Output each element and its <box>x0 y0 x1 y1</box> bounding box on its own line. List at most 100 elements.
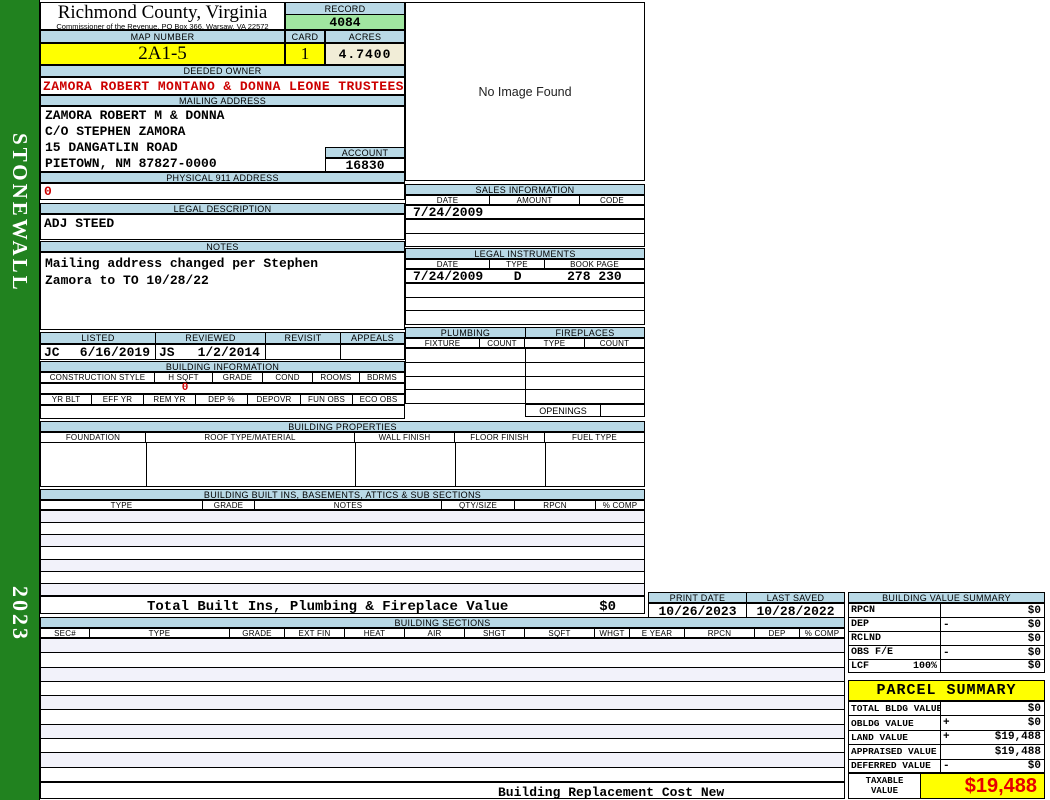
built-ins-total-row: Total Built Ins, Plumbing & Fireplace Va… <box>40 596 645 615</box>
bvs-row: RCLND $0 <box>848 631 1045 645</box>
building-value-summary-table: RPCN $0 DEP - $0 RCLND $0 OBS F/E - $0 L… <box>848 603 1045 673</box>
reviewed-value: JS 1/2/2014 <box>155 344 265 360</box>
fireplaces-empty-rows <box>525 348 645 404</box>
bs-shgt-header: SHGT <box>465 628 525 638</box>
empty-row <box>41 535 644 548</box>
deeded-owner-header: DEEDED OWNER <box>40 65 405 77</box>
empty-row <box>406 349 525 363</box>
bs-type-header: TYPE <box>90 628 230 638</box>
taxable-amount-text: $19,488 <box>964 774 1037 797</box>
sales-information-header: SALES INFORMATION <box>405 184 645 195</box>
bvs-value: $0 <box>940 631 1045 645</box>
building-properties-header-row: FOUNDATION ROOF TYPE/MATERIAL WALL FINIS… <box>40 432 645 443</box>
bs-dep-header: DEP <box>755 628 800 638</box>
bvs-row: RPCN $0 <box>848 603 1045 617</box>
parcel-value: $19,488 <box>940 744 1045 759</box>
bi-rpcn-header: RPCN <box>515 500 596 510</box>
bvs-value: $0 <box>940 659 1045 673</box>
account-header: ACCOUNT <box>325 147 405 158</box>
plumbing-fireplaces-headers: PLUMBING FIREPLACES <box>405 327 645 338</box>
parcel-op: - <box>943 759 950 772</box>
foundation-value <box>40 443 146 487</box>
notes-line: Mailing address changed per Stephen <box>45 256 319 271</box>
bs-rpcn-header: RPCN <box>685 628 755 638</box>
construction-style-header: CONSTRUCTION STYLE <box>40 372 155 383</box>
parcel-value: $0 <box>940 701 1045 716</box>
bvs-label: RPCN <box>848 603 940 617</box>
reviewed-date: 1/2/2014 <box>197 344 260 360</box>
fireplaces-header: FIREPLACES <box>525 327 645 338</box>
empty-row <box>41 724 844 740</box>
record-value: 4084 <box>285 15 405 30</box>
empty-row <box>41 572 644 584</box>
bs-heat-header: HEAT <box>345 628 405 638</box>
mailing-address-header: MAILING ADDRESS <box>40 95 405 106</box>
parcel-label: OBLDG VALUE <box>848 715 940 730</box>
empty-row <box>41 753 844 768</box>
built-ins-total-value: $0 <box>599 599 616 615</box>
bvs-label: OBS F/E <box>848 645 940 659</box>
empty-row <box>41 639 844 654</box>
bi-qty-header: QTY/SIZE <box>442 500 515 510</box>
bi-comp-header: % COMP <box>596 500 645 510</box>
parcel-summary-table: TOTAL BLDG VALUE $0 OBLDG VALUE + $0 LAN… <box>848 701 1045 773</box>
plumbing-count-header: COUNT <box>480 338 525 348</box>
bs-eyear-header: E YEAR <box>630 628 685 638</box>
building-info-header-row-1: CONSTRUCTION STYLE H SQFT GRADE COND ROO… <box>40 372 405 383</box>
wall-finish-value <box>355 443 455 487</box>
bvs-label: LCF 100% <box>848 659 940 673</box>
notes-block: Mailing address changed per Stephen Zamo… <box>40 252 405 330</box>
bvs-label-text: DEP <box>851 619 870 630</box>
empty-row <box>41 523 644 536</box>
sales-row: 7/24/2009 <box>405 205 645 220</box>
deeded-owner-value: ZAMORA ROBERT MONTANO & DONNA LEONE TRUS… <box>40 77 405 95</box>
review-value-row: JC 6/16/2019 JS 1/2/2014 <box>40 344 405 360</box>
parcel-value: + $0 <box>940 715 1045 730</box>
bs-comp-header: % COMP <box>800 628 845 638</box>
card-value: 1 <box>285 43 325 65</box>
building-info-header-row-2: YR BLT EFF YR REM YR DEP % DEPOVR FUN OB… <box>40 394 405 405</box>
parcel-op: + <box>943 717 950 730</box>
parcel-amount: $0 <box>1027 702 1041 715</box>
empty-row <box>406 390 525 403</box>
legal-instruments-header: LEGAL INSTRUMENTS <box>405 248 645 259</box>
sales-header-row: DATE AMOUNT CODE <box>405 195 645 205</box>
bi-notes-header: NOTES <box>255 500 442 510</box>
bvs-amount: $0 <box>1027 604 1041 617</box>
bs-whgt-header: WHGT <box>595 628 630 638</box>
mailing-line: C/O STEPHEN ZAMORA <box>45 124 186 139</box>
bs-sqft-header: SQFT <box>525 628 595 638</box>
notes-header: NOTES <box>40 241 405 252</box>
li-type-header: TYPE <box>490 259 545 269</box>
bvs-value: - $0 <box>940 617 1045 631</box>
bi-type-header: TYPE <box>40 500 203 510</box>
built-ins-header: BUILDING BUILT INS, BASEMENTS, ATTICS & … <box>40 489 645 500</box>
parcel-label: APPRAISED VALUE <box>848 744 940 759</box>
county-title-block: Richmond County, Virginia Commissioner o… <box>40 2 285 31</box>
bvs-row: DEP - $0 <box>848 617 1045 631</box>
bdrms-header: BDRMS <box>360 372 405 383</box>
bvs-pct: 100% <box>912 660 937 672</box>
district-label: STONEWALL <box>8 133 32 293</box>
no-image-text: No Image Found <box>478 84 572 99</box>
reviewed-header: REVIEWED <box>155 332 265 344</box>
empty-row <box>406 284 644 298</box>
bvs-amount: $0 <box>1027 660 1041 672</box>
empty-row <box>526 349 644 363</box>
empty-row <box>406 311 644 324</box>
taxable-value-row: TAXABLE VALUE $19,488 <box>848 773 1045 799</box>
acres-value: 4.7400 <box>325 43 405 65</box>
reviewed-by: JS <box>159 344 175 360</box>
bvs-label-text: OBS F/E <box>851 647 894 658</box>
empty-row <box>41 710 844 725</box>
empty-row <box>41 653 844 668</box>
parcel-label: LAND VALUE <box>848 729 940 745</box>
fixture-header: FIXTURE <box>405 338 480 348</box>
openings-label: OPENINGS <box>525 404 600 417</box>
empty-row <box>41 696 844 711</box>
dep-pct-header: DEP % <box>196 394 248 405</box>
openings-value <box>600 404 645 417</box>
fireplace-type-header: TYPE <box>525 338 585 348</box>
tax-year-label: 2023 <box>8 586 33 642</box>
building-sections-header: BUILDING SECTIONS <box>40 617 845 628</box>
